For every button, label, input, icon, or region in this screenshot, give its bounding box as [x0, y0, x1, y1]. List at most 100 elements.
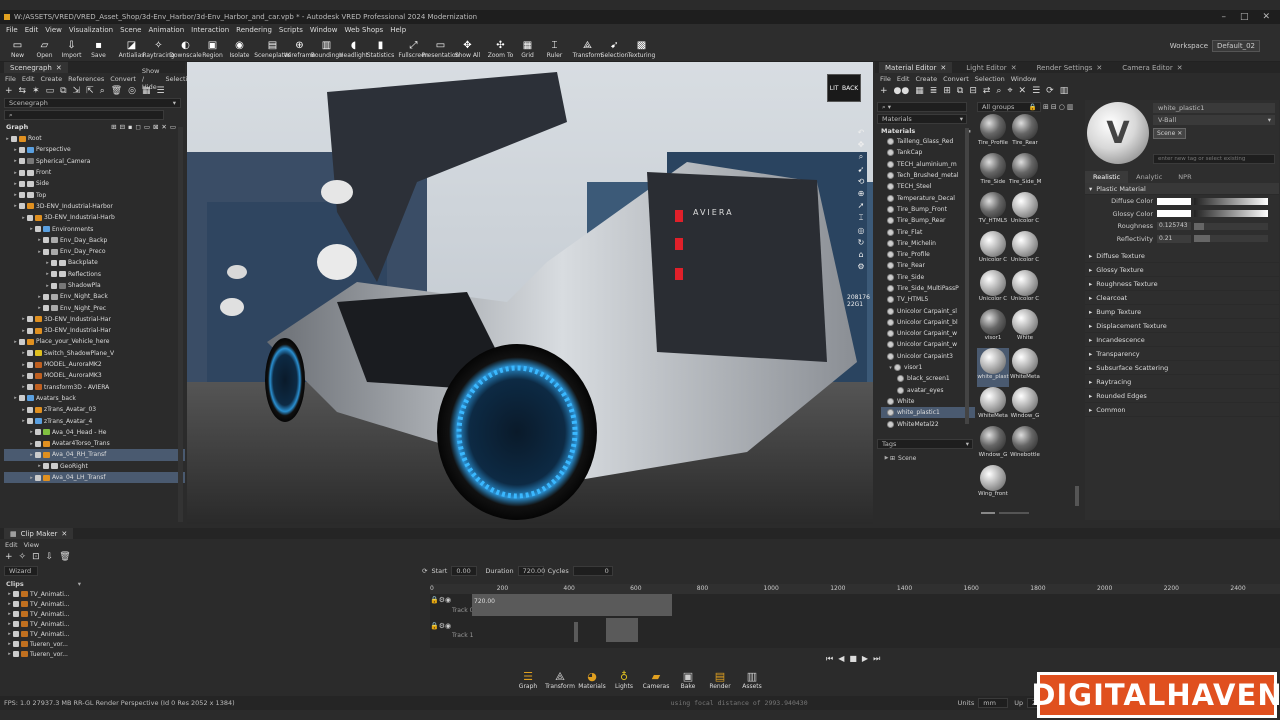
start-input[interactable]: 0.00 — [451, 566, 478, 576]
close-icon[interactable]: ✕ — [1011, 64, 1017, 72]
filter-icon[interactable]: ⊟ — [969, 86, 977, 96]
scenegraph-node[interactable]: ▸ Side — [4, 178, 185, 189]
tag-item[interactable]: ▶ ⊞ Scene — [877, 453, 975, 464]
clip-menu-view[interactable]: View — [24, 541, 39, 549]
subsurface-scattering-section[interactable]: ▸ Subsurface Scattering — [1085, 361, 1279, 375]
material-thumbnail[interactable]: white_plast — [977, 348, 1009, 387]
open-button[interactable]: ▱ Open — [31, 40, 58, 61]
subtab-npr[interactable]: NPR — [1170, 171, 1199, 183]
diffuse-texture-section[interactable]: ▸ Diffuse Texture — [1085, 249, 1279, 263]
module-lights[interactable]: ♁ Lights — [612, 666, 636, 696]
refresh-icon[interactable]: ⟳ — [422, 567, 427, 575]
scenegraph-node[interactable]: ▸ Top — [4, 189, 185, 200]
material-list-item[interactable]: Tire_Bump_Front — [881, 204, 975, 215]
visibility-checkbox[interactable] — [19, 192, 25, 199]
expand-arrow-icon[interactable]: ▸ — [28, 226, 35, 232]
scenegraph-node[interactable]: ▸ Env_Day_Preco — [4, 246, 185, 257]
delete-icon[interactable]: ✕ — [1019, 86, 1027, 96]
visibility-checkbox[interactable] — [43, 248, 49, 255]
visibility-checkbox[interactable] — [51, 282, 57, 289]
visibility-checkbox[interactable] — [43, 463, 49, 470]
diffuse-color-slider[interactable] — [1194, 197, 1268, 205]
new-button[interactable]: ▭ New — [4, 40, 31, 61]
scenegraph-node[interactable]: ▸ Environments — [4, 223, 185, 234]
visibility-checkbox[interactable] — [35, 440, 41, 447]
material-list-item[interactable]: Temperature_Decal — [881, 192, 975, 203]
delete-icon[interactable]: 🗑 — [111, 86, 122, 96]
expand-arrow-icon[interactable]: ▸ — [28, 441, 35, 447]
clip-checkbox[interactable] — [13, 601, 19, 607]
scenegraph-node[interactable]: ▸ Env_Night_Back — [4, 291, 185, 302]
show-all-button[interactable]: ✥ Show All — [454, 40, 481, 61]
group-icon[interactable]: ⇆ — [19, 86, 27, 96]
scenegraph-node[interactable]: ▸ Switch_ShadowPlane_V — [4, 348, 185, 359]
menu-file[interactable]: File — [6, 26, 18, 34]
render-viewport[interactable]: LIT BACK AVIERA 208176 22G1 — [187, 62, 873, 524]
expand-arrow-icon[interactable]: ▸ — [20, 407, 27, 413]
visibility-checkbox[interactable] — [19, 338, 25, 345]
material-list-item[interactable]: Unicolor Carpaint_w — [881, 339, 975, 350]
tab-camera-editor[interactable]: Camera Editor ✕ — [1116, 62, 1188, 73]
subtab-analytic[interactable]: Analytic — [1128, 171, 1170, 183]
scenegraph-node[interactable]: ▸ Front — [4, 167, 185, 178]
diffuse-color-swatch[interactable] — [1157, 197, 1191, 205]
raytracing-button[interactable]: ✧ Raytracing — [142, 40, 174, 61]
expand-arrow-icon[interactable]: ▸ — [36, 237, 43, 243]
close-icon[interactable]: ✕ — [61, 530, 67, 538]
statistics-button[interactable]: ▮ Statistics — [367, 40, 394, 61]
settings-icon[interactable]: ▥ — [1060, 86, 1069, 96]
material-thumbnail[interactable]: Tire_Rear — [1009, 114, 1041, 153]
visibility-checkbox[interactable] — [27, 350, 33, 357]
expand-arrow-icon[interactable]: ▾ — [887, 365, 894, 371]
orbit-icon[interactable]: ↶ — [858, 128, 865, 137]
visibility-checkbox[interactable] — [19, 180, 25, 187]
tab-light-editor[interactable]: Light Editor ✕ — [960, 62, 1022, 73]
link-icon[interactable]: ⇲ — [73, 86, 81, 96]
expand-arrow-icon[interactable]: ▸ — [28, 452, 35, 458]
expand-arrow-icon[interactable]: ▸ — [20, 350, 27, 356]
selection-button[interactable]: ➹ Selection — [601, 40, 629, 61]
visibility-checkbox[interactable] — [27, 316, 33, 323]
module-bake[interactable]: ▣ Bake — [676, 666, 700, 696]
roughness-input[interactable]: 0.125743 — [1157, 222, 1191, 231]
thumbnail-zoom-slider[interactable] — [981, 512, 1029, 514]
scenegraph-node[interactable]: ▸ 3D-ENV_Industrial-Har — [4, 325, 185, 336]
material-thumbnail[interactable]: Tire_Side — [977, 153, 1009, 192]
scenegraph-node[interactable]: ▸ Backplate — [4, 257, 185, 268]
visibility-checkbox[interactable] — [27, 406, 33, 413]
workspace-selector[interactable]: Workspace Default_02 — [1170, 40, 1260, 52]
material-list-item[interactable]: Tailleng_Glass_Red — [881, 136, 975, 147]
module-assets[interactable]: ▥ Assets — [740, 666, 764, 696]
scenegraph-node[interactable]: ▸ Avatar4Torso_Trans — [4, 438, 185, 449]
glossy-color-slider[interactable] — [1194, 210, 1268, 218]
module-graph[interactable]: ☰ Graph — [516, 666, 540, 696]
transform-button[interactable]: ⟁ Transform — [573, 40, 603, 61]
track-0-controls[interactable]: 🔒⚙◉ — [430, 596, 451, 604]
visibility-checkbox[interactable] — [35, 226, 41, 233]
visibility-checkbox[interactable] — [27, 384, 33, 391]
material-list-item[interactable]: Tire_Michelin — [881, 238, 975, 249]
headlight-button[interactable]: ◖ Headlight — [339, 40, 368, 61]
pin-icon[interactable]: ⌖ — [1007, 86, 1012, 96]
clip-checkbox[interactable] — [13, 631, 19, 637]
save-button[interactable]: ▪ Save — [85, 40, 112, 61]
scenegraph-node[interactable]: ▸ Spherical_Camera — [4, 156, 185, 167]
home-icon[interactable]: ⌂ — [858, 250, 863, 259]
material-list-item[interactable]: TankCap — [881, 147, 975, 158]
material-thumbnail[interactable]: Unicolor C — [1009, 192, 1041, 231]
tag-icon[interactable]: ⊞ — [943, 86, 951, 96]
visibility-checkbox[interactable] — [51, 271, 57, 278]
common-section[interactable]: ▸ Common — [1085, 403, 1279, 417]
wizard-button[interactable]: Wizard — [4, 566, 38, 576]
expand-arrow-icon[interactable]: ▸ — [44, 260, 51, 266]
sceneplates-button[interactable]: ▤ Sceneplates — [254, 40, 291, 61]
tag-input[interactable]: enter new tag or select existing — [1153, 153, 1275, 164]
menu-scene[interactable]: Scene — [120, 26, 141, 34]
material-menu-convert[interactable]: Convert — [943, 75, 969, 83]
list-icon[interactable]: ☰ — [157, 86, 165, 96]
material-list-item[interactable]: Tire_Flat — [881, 226, 975, 237]
expand-arrow-icon[interactable]: ▸ — [28, 475, 35, 481]
module-transform[interactable]: ⟁ Transform — [545, 666, 575, 696]
scenegraph-node[interactable]: ▸ Ava_04_Head - He — [4, 427, 185, 438]
material-thumbnail[interactable]: TV_HTML5 — [977, 192, 1009, 231]
